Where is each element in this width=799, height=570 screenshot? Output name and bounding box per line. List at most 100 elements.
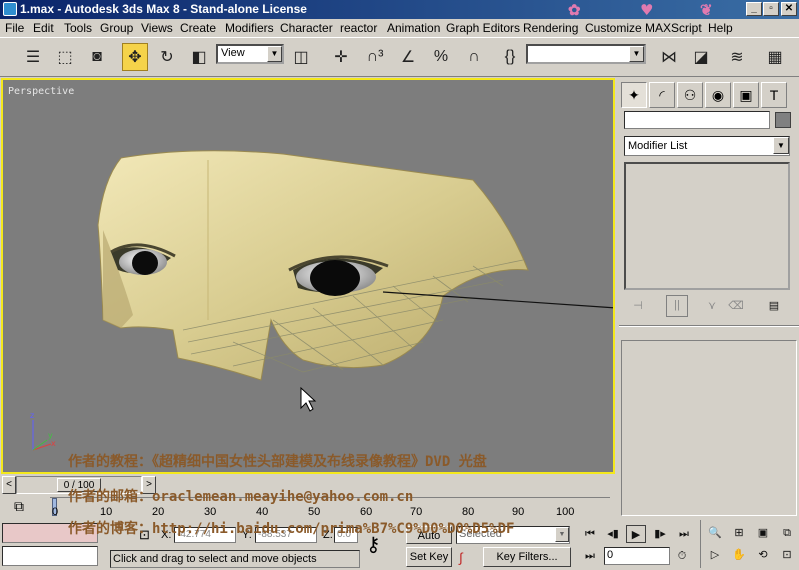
set-key-button[interactable]: Set Key <box>406 547 452 567</box>
pivot-center-icon[interactable]: ◫ <box>288 43 314 71</box>
motion-tab-icon[interactable]: ◉ <box>705 82 731 108</box>
zoom-icon[interactable]: 🔍 <box>705 524 725 542</box>
decorative-butterfly-icon: ❦ <box>700 1 713 19</box>
reference-coordinate-value: View <box>221 47 245 59</box>
svg-text:z: z <box>30 411 34 420</box>
angle-snap-icon[interactable]: ∠ <box>395 43 421 71</box>
modifier-list-dropdown[interactable]: Modifier List ▼ <box>624 136 790 156</box>
menu-animation[interactable]: Animation <box>387 21 440 35</box>
decorative-flower-icon: ✿ <box>568 1 581 19</box>
pan-view-icon[interactable]: ✋ <box>729 546 749 564</box>
menu-character[interactable]: Character <box>280 21 333 35</box>
menu-bar: File Edit Tools Group Views Create Modif… <box>0 19 799 37</box>
menu-help[interactable]: Help <box>708 21 733 35</box>
configure-modifier-sets-icon[interactable]: ▤ <box>764 297 784 315</box>
rect-selection-icon[interactable]: ⬚ <box>52 43 78 71</box>
maximize-viewport-icon[interactable]: ⊡ <box>777 546 797 564</box>
overlay-line-email: 作者的邮箱：oraclemean.meayihe@yahoo.com.cn <box>68 489 414 505</box>
go-to-start-icon[interactable]: ⏮ <box>580 525 600 543</box>
maxscript-input[interactable] <box>2 546 98 566</box>
make-unique-icon[interactable]: ⋎ <box>702 297 722 315</box>
create-tab-icon[interactable]: ✦ <box>621 82 647 108</box>
ruler-tick-label: 60 <box>360 506 373 518</box>
modifier-stack[interactable] <box>624 162 790 290</box>
perspective-viewport[interactable]: Perspective z x y <box>1 78 615 474</box>
menu-tools[interactable]: Tools <box>64 21 92 35</box>
select-manipulate-icon[interactable]: ✛ <box>328 43 354 71</box>
field-of-view-icon[interactable]: ▷ <box>705 546 725 564</box>
ruler-tick-label: 90 <box>512 506 525 518</box>
layer-manager-icon[interactable]: ≋ <box>724 43 750 71</box>
current-frame-field[interactable]: 0 <box>604 547 670 565</box>
arc-rotate-icon[interactable]: ⟲ <box>753 546 773 564</box>
modify-tab-icon[interactable]: ◜ <box>649 82 675 108</box>
show-end-result-icon[interactable]: || <box>666 295 688 317</box>
svg-text:y: y <box>48 431 53 440</box>
remove-modifier-icon[interactable]: ⌫ <box>726 297 746 315</box>
app-icon[interactable] <box>3 2 17 16</box>
time-slider-prev[interactable]: < <box>2 476 16 494</box>
zoom-extents-icon[interactable]: ▣ <box>753 524 773 542</box>
close-button[interactable]: ✕ <box>781 2 797 16</box>
object-color-swatch[interactable] <box>775 112 791 128</box>
ruler-tick-label: 50 <box>308 506 321 518</box>
zoom-extents-all-icon[interactable]: ⧉ <box>777 524 797 542</box>
time-configuration-icon[interactable]: ⏱ <box>672 547 692 565</box>
display-tab-icon[interactable]: ▣ <box>733 82 759 108</box>
minimize-button[interactable]: _ <box>746 2 762 16</box>
menu-rendering[interactable]: Rendering <box>523 21 578 35</box>
ruler-tick-label: 40 <box>256 506 269 518</box>
menu-customize[interactable]: Customize <box>585 21 642 35</box>
spinner-snap-icon[interactable]: ∩ <box>461 43 487 71</box>
key-filters-button[interactable]: Key Filters... <box>483 547 571 567</box>
reference-coordinate-dropdown[interactable]: View ▼ <box>216 44 284 64</box>
window-crossing-icon[interactable]: ◙ <box>84 43 110 71</box>
utilities-tab-icon[interactable]: T <box>761 82 787 108</box>
menu-modifiers[interactable]: Modifiers <box>225 21 274 35</box>
default-tangent-icon[interactable]: ∫ <box>459 550 463 565</box>
ruler-tick-label: 100 <box>556 506 575 518</box>
menu-graph-editors[interactable]: Graph Editors <box>446 21 520 35</box>
svg-text:x: x <box>51 439 56 448</box>
previous-frame-icon[interactable]: ◂▮ <box>603 525 623 543</box>
align-icon[interactable]: ◪ <box>688 43 714 71</box>
maximize-button[interactable]: ▫ <box>763 2 779 16</box>
chevron-down-icon: ▼ <box>629 46 644 62</box>
select-rotate-icon[interactable]: ↻ <box>154 43 180 71</box>
divider <box>619 325 799 327</box>
select-scale-icon[interactable]: ◧ <box>186 43 212 71</box>
named-selection-dropdown[interactable]: ▼ <box>526 44 646 64</box>
ruler-tick-label: 30 <box>204 506 217 518</box>
zoom-all-icon[interactable]: ⊞ <box>729 524 749 542</box>
menu-reactor[interactable]: reactor <box>340 21 377 35</box>
curve-editor-icon[interactable]: ▦ <box>762 43 788 71</box>
percent-snap-icon[interactable]: % <box>428 43 454 71</box>
edit-named-selection-icon[interactable]: {} <box>497 43 523 71</box>
menu-create[interactable]: Create <box>180 21 216 35</box>
menu-group[interactable]: Group <box>100 21 133 35</box>
mini-curve-editor-icon[interactable]: ⧉ <box>14 498 24 515</box>
prompt-line: Click and drag to select and move object… <box>110 550 360 568</box>
pin-stack-icon[interactable]: ⊣ <box>628 297 648 315</box>
play-icon[interactable]: ▶ <box>626 525 646 543</box>
mirror-icon[interactable]: ⋈ <box>656 43 682 71</box>
title-bar: 1.max - Autodesk 3ds Max 8 - Stand-alone… <box>0 0 799 19</box>
menu-views[interactable]: Views <box>141 21 173 35</box>
menu-file[interactable]: File <box>5 21 24 35</box>
snaps-toggle-icon[interactable]: ∩³ <box>362 43 388 71</box>
menu-edit[interactable]: Edit <box>33 21 54 35</box>
ruler-tick-label: 80 <box>462 506 475 518</box>
menu-maxscript[interactable]: MAXScript <box>645 21 702 35</box>
modifier-list-label: Modifier List <box>628 140 688 152</box>
select-move-icon[interactable]: ✥ <box>122 43 148 71</box>
select-by-name-icon[interactable]: ☰ <box>20 43 46 71</box>
chevron-down-icon: ▼ <box>267 46 282 62</box>
object-name-input[interactable] <box>624 111 770 129</box>
key-mode-toggle-icon[interactable]: ⏭ <box>580 547 600 565</box>
stack-controls: ⊣ || ⋎ ⌫ ▤ <box>624 293 790 319</box>
next-frame-icon[interactable]: ▮▸ <box>650 525 670 543</box>
go-to-end-icon[interactable]: ⏭ <box>674 525 694 543</box>
ruler-tick-label: 10 <box>100 506 113 518</box>
viewport-navigation: 🔍 ⊞ ▣ ⧉ ▷ ✋ ⟲ ⊡ <box>700 520 799 568</box>
hierarchy-tab-icon[interactable]: ⚇ <box>677 82 703 108</box>
